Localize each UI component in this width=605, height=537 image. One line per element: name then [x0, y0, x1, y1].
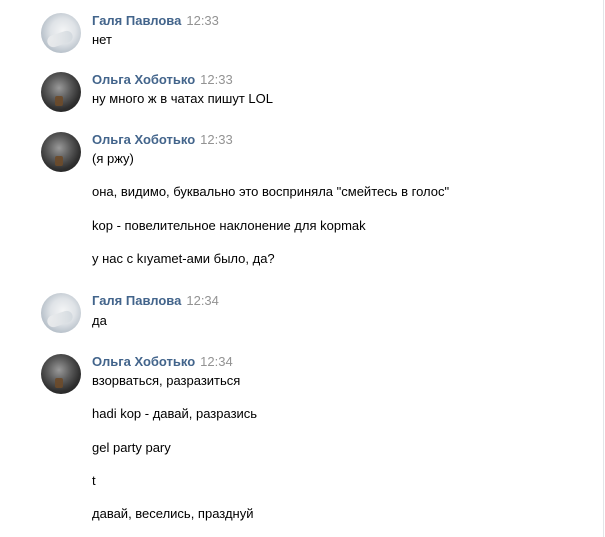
message-text: ну много ж в чатах пишут LOL — [92, 91, 273, 106]
avatar[interactable] — [41, 354, 81, 394]
message-header: Галя Павлова 12:34 — [92, 293, 219, 309]
avatar[interactable] — [41, 13, 81, 53]
author-name[interactable]: Галя Павлова — [92, 13, 181, 28]
message-text: hadi kop - давай, разразись — [92, 406, 258, 421]
message-time[interactable]: 12:34 — [200, 354, 233, 369]
message-text: kop - повелительное наклонение для kopma… — [92, 218, 366, 233]
message-time[interactable]: 12:34 — [186, 293, 219, 308]
message-text: (я ржу) — [92, 151, 134, 166]
message-text: да — [92, 313, 107, 328]
message-header: Ольга Хоботько 12:33 — [92, 132, 233, 148]
message-text: t — [92, 473, 96, 488]
message-text: gel party pary — [92, 440, 171, 455]
message-text: нет — [92, 32, 112, 47]
message-header: Ольга Хоботько 12:33 — [92, 72, 233, 88]
author-name[interactable]: Ольга Хоботько — [92, 354, 195, 369]
message-text: у нас с kıyamet-ами было, да? — [92, 251, 275, 266]
message-text: она, видимо, буквально это восприняла "с… — [92, 184, 450, 199]
message-time[interactable]: 12:33 — [200, 72, 233, 87]
message-time[interactable]: 12:33 — [186, 13, 219, 28]
message-text: взорваться, разразиться — [92, 373, 241, 388]
avatar[interactable] — [41, 293, 81, 333]
message-time[interactable]: 12:33 — [200, 132, 233, 147]
avatar[interactable] — [41, 132, 81, 172]
message-header: Ольга Хоботько 12:34 — [92, 354, 233, 370]
message-text: давай, веселись, празднуй — [92, 506, 254, 521]
author-name[interactable]: Галя Павлова — [92, 293, 181, 308]
message-header: Галя Павлова 12:33 — [92, 13, 219, 29]
author-name[interactable]: Ольга Хоботько — [92, 132, 195, 147]
author-name[interactable]: Ольга Хоботько — [92, 72, 195, 87]
avatar[interactable] — [41, 72, 81, 112]
chat-history: Галя Павлова 12:33 нет Ольга Хоботько 12:3… — [0, 0, 604, 537]
